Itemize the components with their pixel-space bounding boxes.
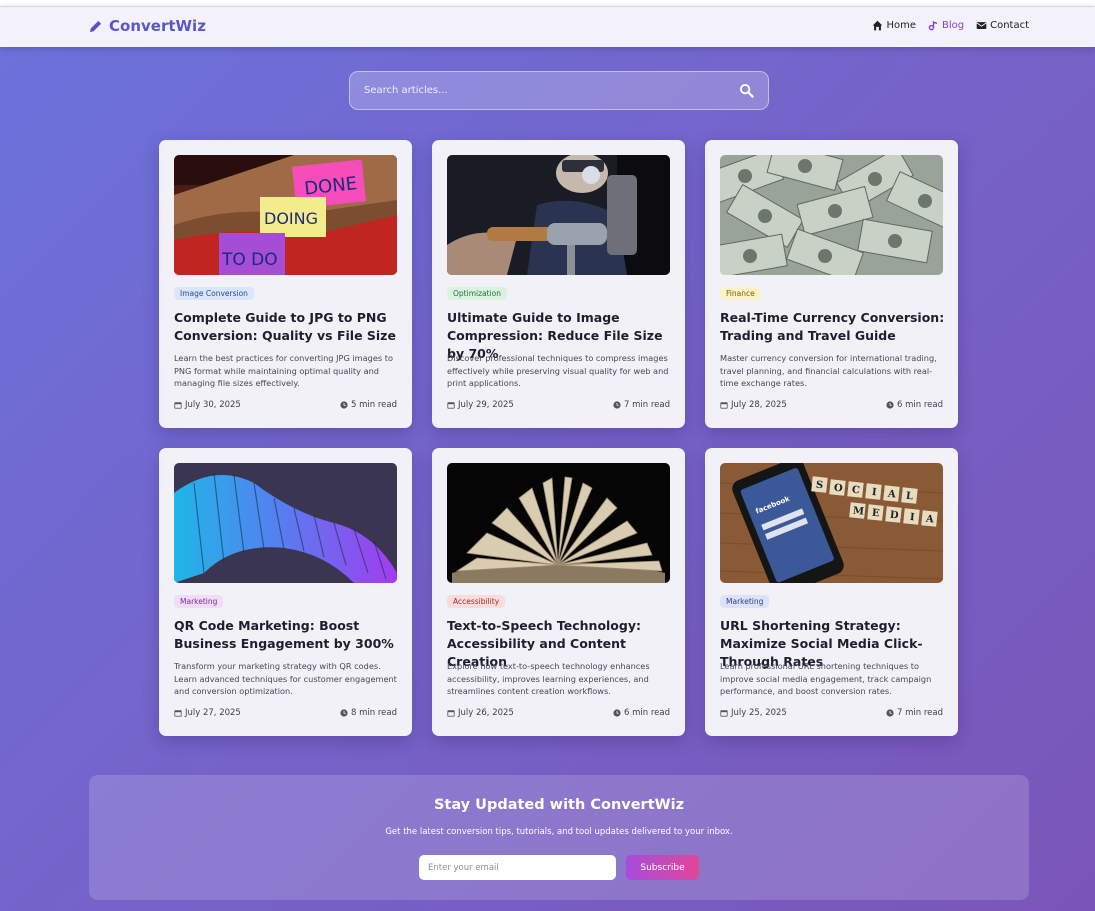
brand-name: ConvertWiz [109,17,206,35]
article-title[interactable]: Real-Time Currency Conversion: Trading a… [720,309,950,345]
category-badge[interactable]: Optimization [447,287,507,300]
search-input[interactable] [350,72,720,109]
envelope-icon [976,22,987,29]
article-date: July 26, 2025 [458,708,514,718]
article-card[interactable]: DONE DOING TO DO Image Conversion Comple… [159,140,412,428]
category-badge[interactable]: Image Conversion [174,287,254,300]
nav-contact-link[interactable]: Contact [976,20,1029,31]
article-excerpt: Learn the best practices for converting … [174,353,393,388]
search-bar [349,71,769,110]
article-image [174,463,397,583]
article-excerpt: Transform your marketing strategy with Q… [174,661,397,696]
home-icon [873,20,883,31]
calendar-icon [447,710,455,717]
article-read-time: 8 min read [351,708,397,718]
article-read-time: 7 min read [624,400,670,410]
article-read-time: 6 min read [624,708,670,718]
article-meta: July 27, 2025 8 min read [174,708,397,718]
category-badge[interactable]: Finance [720,287,761,300]
pencil-icon [89,20,102,32]
article-excerpt: Explore how text-to-speech technology en… [447,661,650,696]
clock-icon [886,709,894,717]
article-image [447,155,670,275]
article-image: facebook S O C I A L M E D I A [720,463,943,583]
article-card[interactable]: Accessibility Text-to-Speech Technology:… [432,448,685,736]
svg-text:O: O [833,483,843,495]
clock-icon [613,709,621,717]
article-card[interactable]: facebook S O C I A L M E D I A Marketing… [705,448,958,736]
newsletter-email-input[interactable] [419,855,616,880]
article-excerpt: Discover professional techniques to comp… [447,353,669,388]
article-title[interactable]: QR Code Marketing: Boost Business Engage… [174,617,404,653]
article-meta: July 26, 2025 6 min read [447,708,670,718]
clock-icon [886,401,894,409]
svg-text:E: E [871,508,880,520]
camera-lens-photo [447,155,670,275]
open-book-photo [447,463,670,583]
svg-text:C: C [851,485,860,497]
social-media-phone-photo: facebook S O C I A L M E D I A [720,463,943,583]
calendar-icon [174,710,182,717]
blog-icon [928,21,938,31]
category-badge[interactable]: Marketing [174,595,224,608]
svg-text:L: L [905,491,913,503]
clock-icon [340,709,348,717]
calendar-icon [447,402,455,409]
svg-text:DOING: DOING [264,209,318,228]
calendar-icon [720,402,728,409]
article-meta: July 29, 2025 7 min read [447,400,670,410]
nav-home-label: Home [886,20,916,31]
nav-blog-link[interactable]: Blog [928,20,964,31]
article-read-time: 6 min read [897,400,943,410]
article-date: July 25, 2025 [731,708,787,718]
article-excerpt: Master currency conversion for internati… [720,353,937,388]
nav-blog-label: Blog [941,20,965,31]
article-meta: July 25, 2025 7 min read [720,708,943,718]
sticky-notes-photo: DONE DOING TO DO [174,155,397,275]
brand-logo[interactable]: ConvertWiz [88,17,206,35]
article-read-time: 5 min read [351,400,397,410]
newsletter-subtitle: Get the latest conversion tips, tutorial… [385,827,733,837]
svg-text:M: M [852,506,864,518]
article-card[interactable]: Marketing QR Code Marketing: Boost Busin… [159,448,412,736]
article-read-time: 7 min read [897,708,943,718]
svg-text:TO DO: TO DO [221,250,278,270]
calendar-icon [174,402,182,409]
article-date: July 30, 2025 [185,400,241,410]
subscribe-button[interactable]: Subscribe [626,855,699,880]
nav-menu: Home Blog Contact [872,20,1029,31]
article-title[interactable]: Complete Guide to JPG to PNG Conversion:… [174,309,404,345]
newsletter-title: Stay Updated with ConvertWiz [433,797,685,813]
article-meta: July 28, 2025 6 min read [720,400,943,410]
dollar-bills-photo [720,155,943,275]
article-image [720,155,943,275]
clock-icon [340,401,348,409]
newsletter-section: Stay Updated with ConvertWiz Get the lat… [89,775,1029,900]
abstract-swirl-photo [174,463,397,583]
svg-text:A: A [886,489,896,501]
search-icon[interactable] [739,83,754,98]
article-image [447,463,670,583]
article-excerpt: Learn professional URL shortening techni… [720,661,932,696]
nav-home-link[interactable]: Home [872,20,916,31]
article-image: DONE DOING TO DO [174,155,397,275]
clock-icon [613,401,621,409]
article-meta: July 30, 2025 5 min read [174,400,397,410]
article-date: July 28, 2025 [731,400,787,410]
nav-contact-label: Contact [990,20,1029,31]
svg-text:S: S [815,480,823,492]
category-badge[interactable]: Accessibility [447,595,506,608]
article-card[interactable]: Optimization Ultimate Guide to Image Com… [432,140,685,428]
svg-text:D: D [889,510,899,522]
article-card[interactable]: Finance Real-Time Currency Conversion: T… [705,140,958,428]
navbar: ConvertWiz Home Blog Contact [0,6,1095,47]
calendar-icon [720,710,728,717]
category-badge[interactable]: Marketing [720,595,770,608]
svg-text:A: A [924,514,934,526]
article-date: July 27, 2025 [185,708,241,718]
article-date: July 29, 2025 [458,400,514,410]
